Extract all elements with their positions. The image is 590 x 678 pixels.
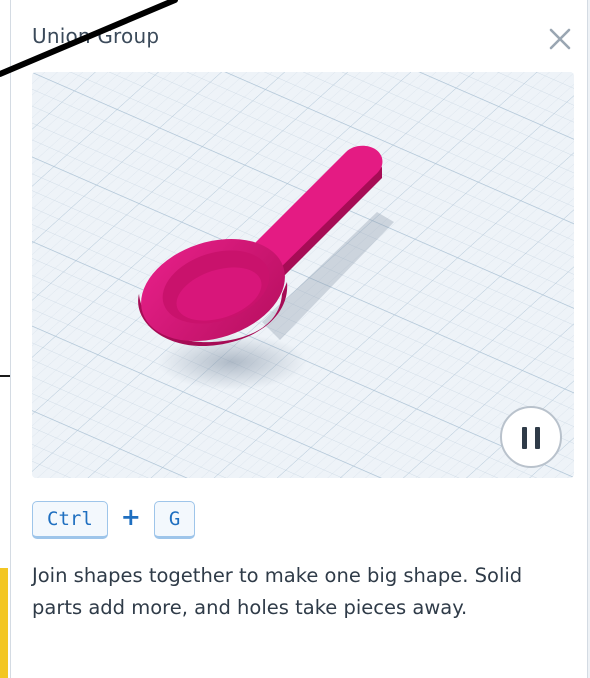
panel-header: Union Group [11, 0, 587, 72]
workspace-yellow-accent [0, 568, 8, 678]
key-ctrl: Ctrl [32, 501, 108, 539]
description-text: Join shapes together to make one big sha… [32, 564, 523, 619]
close-button[interactable] [547, 26, 573, 52]
keyboard-shortcut: Ctrl + G [32, 500, 196, 540]
pause-button[interactable] [500, 406, 562, 468]
workplane-grid [32, 72, 574, 478]
key-g: G [153, 501, 196, 539]
animation-preview [32, 72, 574, 478]
plus-sign: + [120, 503, 141, 531]
workspace-divider [0, 375, 10, 377]
tooltip-panel: Union Group Ctrl + G Join shapes togethe… [10, 0, 588, 678]
panel-title: Union Group [32, 24, 160, 48]
pause-icon [522, 427, 527, 449]
close-icon [549, 28, 571, 50]
